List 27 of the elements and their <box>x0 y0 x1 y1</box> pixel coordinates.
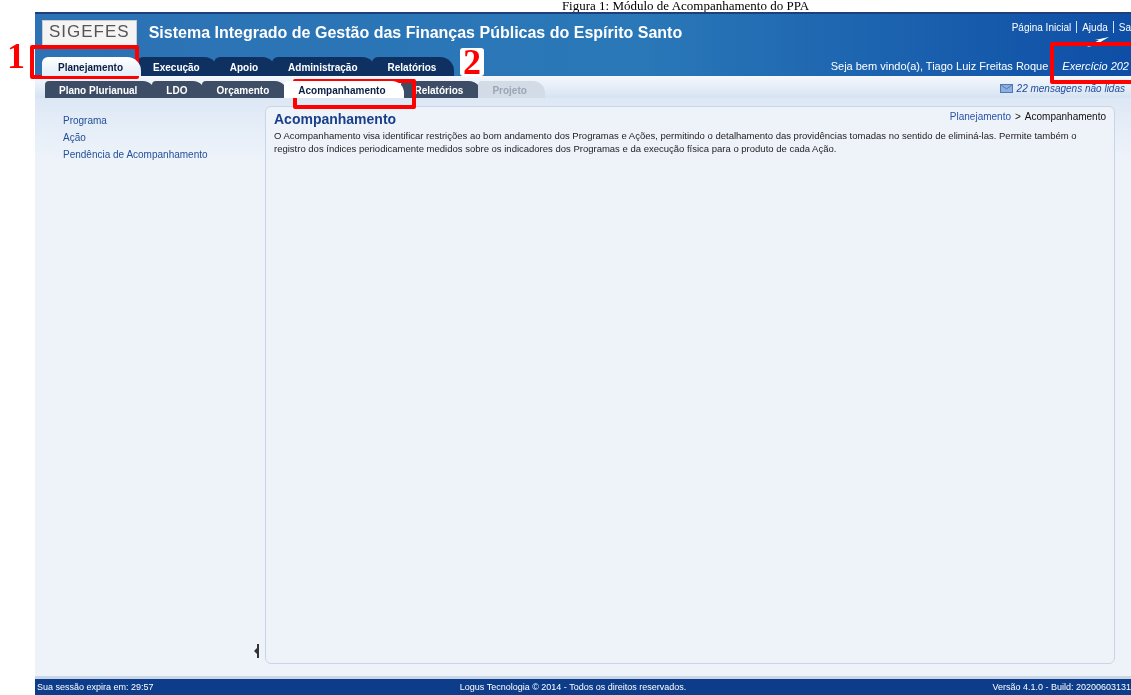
sidebar-item[interactable]: Pendência de Acompanhamento <box>63 146 265 163</box>
description-text: O Acompanhamento visa identificar restrições ao bom andamento dos Programas e Ações, permitindo o detalhamento das providências tomadas no sentido de eliminá-las. Permite também o registro dos índices periodicamente medidos sobre os indicadores dos Programas e da execução física para o produto de cada Ação. <box>274 129 1078 155</box>
messages-link[interactable]: 22 mensagens não lidas <box>1016 83 1125 94</box>
module-tab[interactable]: Planejamento <box>42 57 142 76</box>
welcome-text: Seja bem vindo(a), Tiago Luiz Freitas Roque <box>830 60 1049 74</box>
breadcrumb-current: Acompanhamento <box>1024 111 1106 122</box>
logo: SIGEFES <box>42 20 137 46</box>
breadcrumb-link[interactable]: Planejamento <box>949 111 1011 122</box>
version-text: Versão 4.1.0 - Build: 20200603131 <box>992 681 1131 694</box>
envelope-icon <box>999 84 1013 93</box>
header-link[interactable]: Página Inicial <box>1011 21 1072 33</box>
sidebar-item[interactable]: Ação <box>63 129 265 146</box>
collapse-handle-icon[interactable] <box>254 644 260 658</box>
session-timer-text: Sua sessão expira em: 29:57 <box>37 681 154 694</box>
lightning-logo-icon <box>1085 36 1111 48</box>
sidebar-item[interactable]: Programa <box>63 112 265 129</box>
header-link[interactable]: Ajuda <box>1082 21 1108 33</box>
header-link[interactable]: Sa <box>1118 21 1131 33</box>
app-title: Sistema Integrado de Gestão das Finanças Públicas do Espírito Santo <box>148 23 683 43</box>
fiscal-year-text: Exercício 202 <box>1061 60 1130 74</box>
copyright-text: Logus Tecnologia © 2014 - Todos os direitos reservados. <box>459 681 687 694</box>
submodule-tab[interactable]: Acompanhamento <box>284 81 404 98</box>
module-tab[interactable]: Relatórios <box>371 57 455 76</box>
page-title: Acompanhamento <box>274 111 397 127</box>
breadcrumb-separator: > <box>1015 111 1021 122</box>
figure-caption: Figura 1: Módulo de Acompanhamento do PPA <box>560 0 811 12</box>
step-number: 2 <box>460 48 484 76</box>
